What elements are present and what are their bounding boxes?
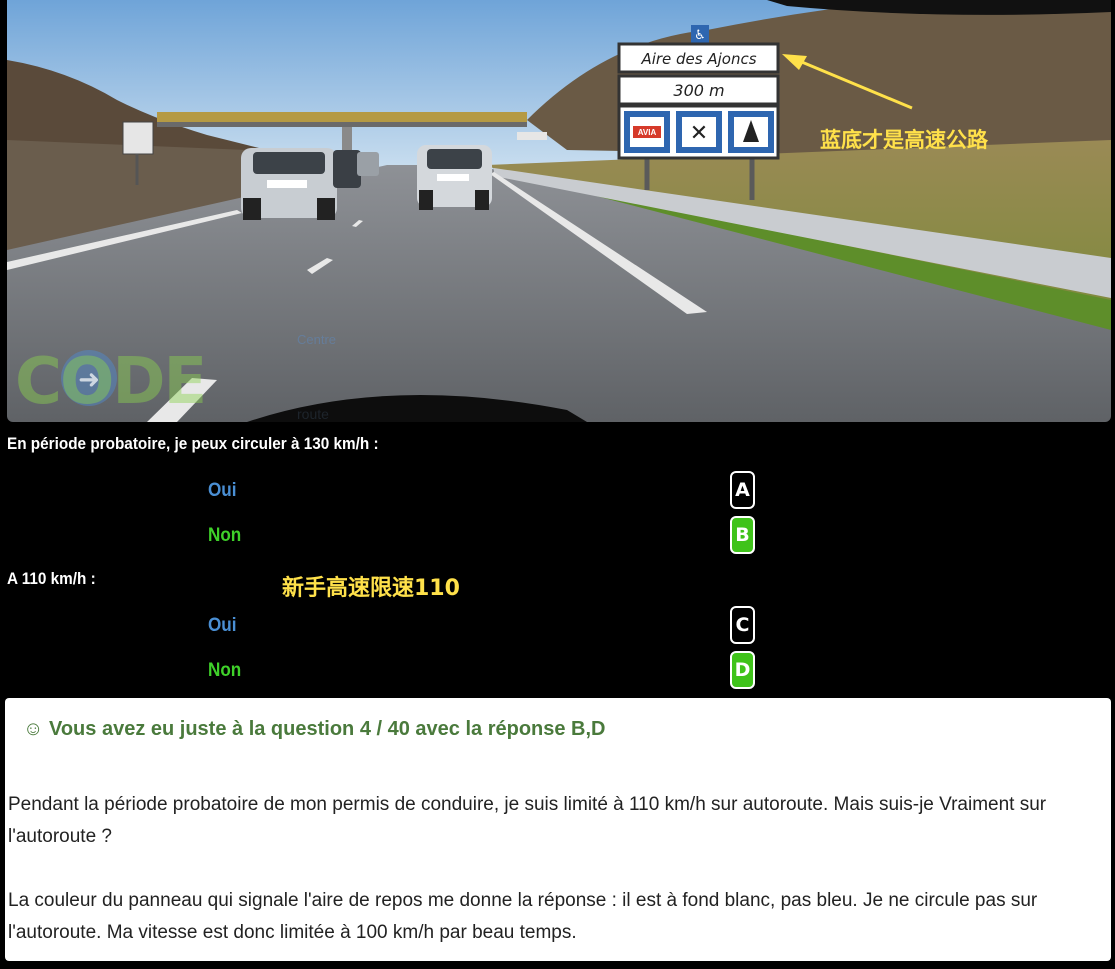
answer-key-a[interactable]: A [730,471,755,509]
sign-distance: 300 m [673,81,724,100]
photo-annotation: 蓝底才是高速公路 [820,128,988,152]
question-1-option-non[interactable]: Non [208,525,241,547]
question-2-label: A 110 km/h : [7,569,96,588]
question-2-annotation: 新手高速限速110 [282,576,460,601]
smiley-icon: ☺ [23,718,44,740]
question-1-option-oui[interactable]: Oui [208,480,237,502]
result-title: ☺ Vous avez eu juste à la question 4 / 4… [23,718,606,741]
watermark-logo: CODE [15,345,207,419]
sign-brand: AVIA [638,128,657,137]
car-right [417,145,492,210]
result-panel: ☺ Vous avez eu juste à la question 4 / 4… [5,698,1111,961]
watermark-text-2: route [297,406,329,422]
car-left [241,148,337,220]
answer-key-d[interactable]: D [730,651,755,689]
result-title-text: Vous avez eu juste à la question 4 / 40 … [48,718,606,740]
answer-key-b[interactable]: B [730,516,755,554]
question-2-option-oui[interactable]: Oui [208,615,237,637]
watermark-text-1: Centre [297,332,337,347]
explanation-paragraph-1: Pendant la période probatoire de mon per… [8,794,1047,847]
question-photo: ♿ Aire des Ajoncs 300 m AVIA ✕ ➜ CODE Ce… [7,0,1111,422]
restaurant-icon: ✕ [690,120,708,145]
svg-text:♿: ♿ [694,27,706,42]
answer-key-c[interactable]: C [730,606,755,644]
explanation-paragraph-2: La couleur du panneau qui signale l'aire… [8,890,1038,943]
question-2-option-non[interactable]: Non [208,660,241,682]
question-1-label: En période probatoire, je peux circuler … [7,434,379,453]
sign-name: Aire des Ajoncs [640,50,756,68]
